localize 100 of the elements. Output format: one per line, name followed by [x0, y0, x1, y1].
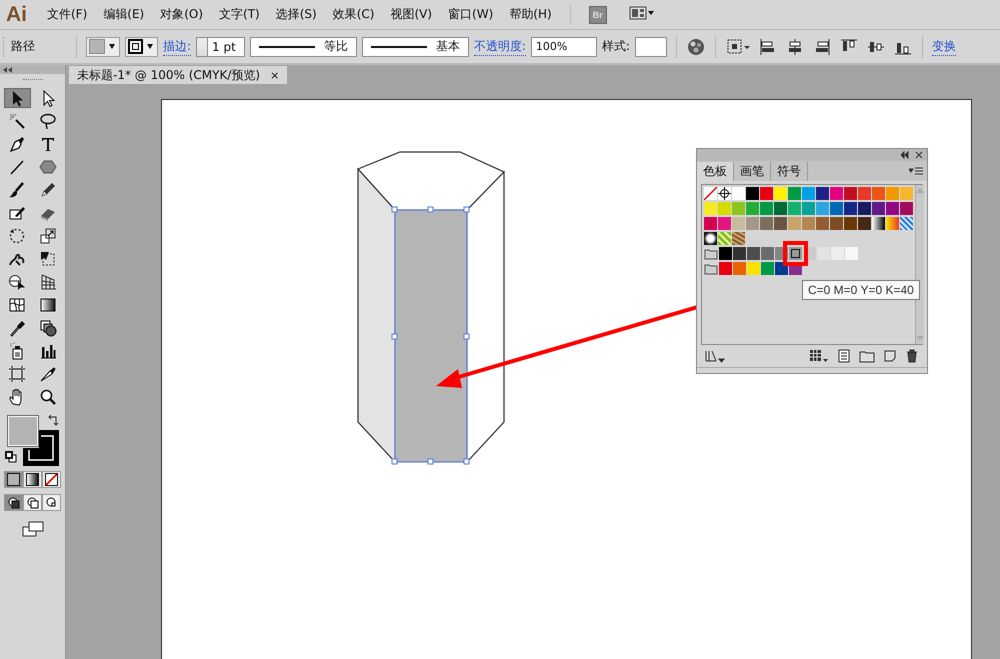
- align-to-selection-icon[interactable]: [724, 36, 751, 56]
- color-swatch[interactable]: [900, 202, 913, 215]
- color-swatch[interactable]: [775, 247, 788, 260]
- color-swatch[interactable]: [830, 202, 843, 215]
- color-swatch[interactable]: [760, 217, 773, 230]
- menu-item[interactable]: 视图(V): [382, 6, 440, 23]
- color-swatch[interactable]: [746, 202, 759, 215]
- stroke-weight-field[interactable]: 1 pt: [196, 36, 245, 56]
- document-tab[interactable]: 未标题-1* @ 100% (CMYK/预览) ×: [69, 66, 288, 84]
- color-swatch[interactable]: [719, 247, 732, 260]
- color-swatch[interactable]: [788, 187, 801, 200]
- color-swatch[interactable]: [886, 187, 899, 200]
- color-swatch[interactable]: [886, 202, 899, 215]
- color-swatch[interactable]: [761, 247, 774, 260]
- collapse-and-close-icon[interactable]: [901, 151, 923, 159]
- fill-mode-button[interactable]: [23, 471, 42, 488]
- pattern-swatch[interactable]: [704, 232, 717, 245]
- color-swatch[interactable]: [845, 247, 858, 260]
- color-swatch[interactable]: [718, 202, 731, 215]
- swatch-library-icon[interactable]: [705, 349, 725, 363]
- color-swatch[interactable]: [844, 187, 857, 200]
- menu-item[interactable]: 文件(F): [39, 6, 96, 23]
- color-swatch[interactable]: [775, 262, 788, 275]
- color-swatch[interactable]: [774, 217, 787, 230]
- new-swatch-icon[interactable]: [883, 349, 897, 363]
- color-swatch[interactable]: [803, 247, 816, 260]
- gradient-swatch[interactable]: [872, 217, 885, 230]
- color-swatch[interactable]: [704, 202, 717, 215]
- color-swatch[interactable]: [830, 217, 843, 230]
- color-swatch[interactable]: [802, 202, 815, 215]
- swap-arrows-icon[interactable]: [46, 415, 58, 427]
- color-swatch[interactable]: [761, 262, 774, 275]
- color-swatch[interactable]: [719, 262, 732, 275]
- color-swatch[interactable]: [858, 202, 871, 215]
- default-colors-icon[interactable]: [4, 451, 16, 463]
- color-swatch[interactable]: [802, 217, 815, 230]
- menu-item[interactable]: 效果(C): [324, 6, 382, 23]
- color-swatch[interactable]: [718, 217, 731, 230]
- fill-color-box[interactable]: [6, 415, 38, 447]
- draw-mode-button[interactable]: [23, 494, 42, 511]
- swatch-options-icon[interactable]: [837, 349, 851, 363]
- color-swatch[interactable]: [816, 202, 829, 215]
- menu-item[interactable]: 选择(S): [268, 6, 325, 23]
- menu-item[interactable]: 文字(T): [211, 6, 268, 23]
- recolor-icon[interactable]: [686, 36, 706, 56]
- fill-color-dropdown[interactable]: [86, 36, 120, 56]
- draw-mode-button[interactable]: [4, 494, 23, 511]
- color-swatch[interactable]: [732, 187, 745, 200]
- stroke-color-dropdown[interactable]: [125, 36, 158, 56]
- style-dropdown[interactable]: [634, 36, 667, 56]
- color-swatch[interactable]: [733, 262, 746, 275]
- pattern-swatch[interactable]: [900, 217, 913, 230]
- color-swatch[interactable]: [733, 247, 746, 260]
- color-swatch[interactable]: [788, 202, 801, 215]
- brush-dropdown[interactable]: 基本: [362, 36, 469, 56]
- menu-item[interactable]: 编辑(E): [95, 6, 152, 23]
- color-swatch[interactable]: [872, 202, 885, 215]
- none-swatch[interactable]: [704, 187, 717, 200]
- menu-item[interactable]: 窗口(W): [440, 6, 502, 23]
- gradient-swatch[interactable]: [886, 217, 899, 230]
- pattern-swatch[interactable]: [732, 232, 745, 245]
- color-swatch[interactable]: [816, 187, 829, 200]
- pattern-swatch[interactable]: [718, 232, 731, 245]
- color-swatch[interactable]: [774, 187, 787, 200]
- color-swatch[interactable]: [789, 247, 802, 260]
- registration-swatch[interactable]: [718, 187, 731, 200]
- color-swatch[interactable]: [788, 217, 801, 230]
- color-swatch[interactable]: [760, 187, 773, 200]
- color-swatch[interactable]: [732, 217, 745, 230]
- color-swatch[interactable]: [872, 187, 885, 200]
- draw-mode-button[interactable]: [42, 494, 61, 511]
- color-swatch[interactable]: [844, 202, 857, 215]
- swatch-kind-icon[interactable]: [809, 349, 829, 363]
- color-swatch[interactable]: [817, 247, 830, 260]
- color-swatch[interactable]: [746, 217, 759, 230]
- opacity-field[interactable]: 100%: [530, 36, 597, 56]
- menu-item[interactable]: 对象(O): [152, 6, 212, 23]
- panel-tab[interactable]: 色板: [697, 162, 734, 181]
- color-swatch[interactable]: [732, 202, 745, 215]
- stroke-color-box[interactable]: [22, 430, 58, 466]
- color-swatch[interactable]: [747, 247, 760, 260]
- color-swatch[interactable]: [831, 247, 844, 260]
- stroke-link[interactable]: 描边:: [163, 38, 192, 56]
- color-swatch[interactable]: [760, 202, 773, 215]
- fill-mode-button[interactable]: [4, 471, 23, 488]
- opacity-link[interactable]: 不透明度:: [474, 38, 526, 56]
- close-tab-button[interactable]: ×: [270, 68, 280, 82]
- stroke-profile-dropdown[interactable]: 等比: [250, 36, 357, 56]
- color-swatch[interactable]: [816, 217, 829, 230]
- folder-icon[interactable]: [859, 349, 875, 363]
- color-swatch[interactable]: [830, 187, 843, 200]
- color-swatch[interactable]: [844, 217, 857, 230]
- panel-menu-icon[interactable]: [909, 167, 923, 175]
- color-swatch[interactable]: [746, 187, 759, 200]
- color-swatch[interactable]: [858, 187, 871, 200]
- tool-button[interactable]: [4, 88, 30, 108]
- color-swatch[interactable]: [802, 187, 815, 200]
- menu-item[interactable]: 帮助(H): [501, 6, 560, 23]
- color-swatch[interactable]: [858, 217, 871, 230]
- color-swatch[interactable]: [774, 202, 787, 215]
